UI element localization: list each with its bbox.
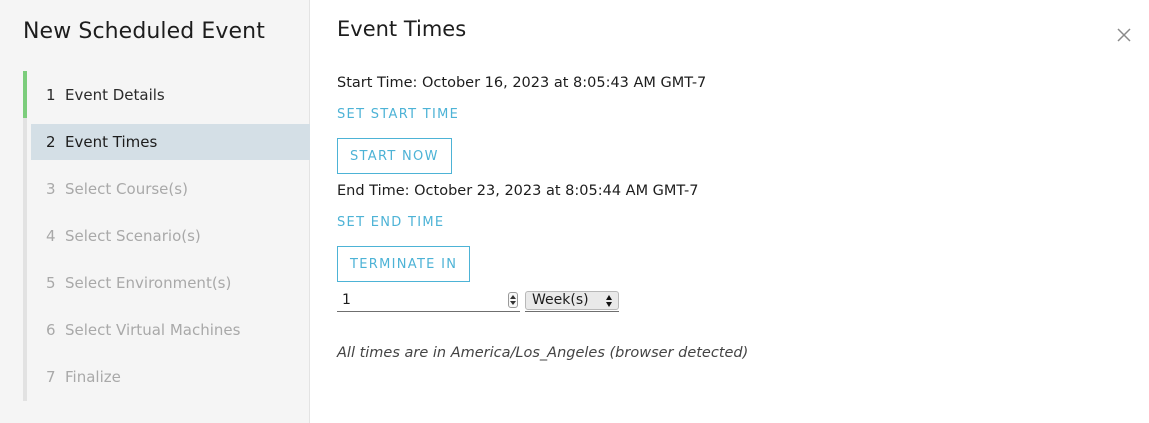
close-icon[interactable] xyxy=(1116,27,1132,43)
duration-unit-field: Week(s) xyxy=(525,290,619,312)
step-label: Event Times xyxy=(65,133,158,151)
step-select-virtual-machines[interactable]: 6 Select Virtual Machines xyxy=(31,312,310,348)
duration-field xyxy=(337,290,520,312)
step-number: 1 xyxy=(46,86,56,104)
step-number: 7 xyxy=(46,368,56,386)
scheduled-event-modal: New Scheduled Event 1 Event Details 2 Ev… xyxy=(0,0,1149,423)
duration-input[interactable] xyxy=(337,290,507,310)
step-select-environments[interactable]: 5 Select Environment(s) xyxy=(31,265,310,301)
step-number: 5 xyxy=(46,274,56,292)
step-label: Select Environment(s) xyxy=(65,274,232,292)
step-label: Select Virtual Machines xyxy=(65,321,241,339)
wizard-title: New Scheduled Event xyxy=(23,19,265,44)
wizard-sidebar: New Scheduled Event 1 Event Details 2 Ev… xyxy=(0,0,310,423)
panel-title: Event Times xyxy=(337,17,467,41)
wizard-steps: 1 Event Details 2 Event Times 3 Select C… xyxy=(23,71,310,401)
step-label: Event Details xyxy=(65,86,165,104)
event-times-panel: Event Times Start Time: October 16, 2023… xyxy=(310,0,1149,423)
step-finalize[interactable]: 7 Finalize xyxy=(31,359,310,395)
step-label: Finalize xyxy=(65,368,121,386)
step-select-scenarios[interactable]: 4 Select Scenario(s) xyxy=(31,218,310,254)
timezone-note: All times are in America/Los_Angeles (br… xyxy=(337,345,749,361)
step-number: 2 xyxy=(46,133,56,151)
set-end-time-link[interactable]: SET END TIME xyxy=(337,215,444,230)
step-label: Select Scenario(s) xyxy=(65,227,201,245)
step-number: 4 xyxy=(46,227,56,245)
step-event-times[interactable]: 2 Event Times xyxy=(31,124,310,160)
stepper-arrows-icon[interactable] xyxy=(508,292,518,308)
steps-progress-bar xyxy=(23,71,27,118)
end-time-text: End Time: October 23, 2023 at 8:05:44 AM… xyxy=(337,183,699,199)
step-select-courses[interactable]: 3 Select Course(s) xyxy=(31,171,310,207)
step-number: 6 xyxy=(46,321,56,339)
step-number: 3 xyxy=(46,180,56,198)
duration-unit-select[interactable]: Week(s) xyxy=(525,291,619,310)
set-start-time-link[interactable]: SET START TIME xyxy=(337,107,459,122)
start-now-button[interactable]: START NOW xyxy=(337,138,452,174)
step-event-details[interactable]: 1 Event Details xyxy=(31,77,310,113)
terminate-in-button[interactable]: TERMINATE IN xyxy=(337,246,471,282)
duration-unit-value: Week(s) xyxy=(532,292,589,308)
start-time-text: Start Time: October 16, 2023 at 8:05:43 … xyxy=(337,75,707,91)
step-label: Select Course(s) xyxy=(65,180,188,198)
select-arrows-icon xyxy=(606,295,613,307)
